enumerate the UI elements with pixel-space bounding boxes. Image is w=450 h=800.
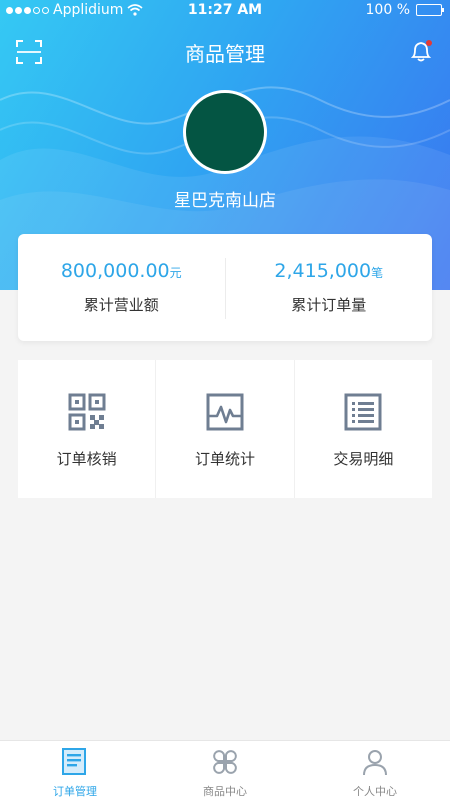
tab-bar: 订单管理 商品中心 个人中心 xyxy=(0,740,450,800)
order-verify-button[interactable]: 订单核销 xyxy=(18,360,156,498)
action-label: 交易明细 xyxy=(333,450,394,468)
stat-label: 累计营业额 xyxy=(83,296,159,314)
action-label: 订单统计 xyxy=(194,450,255,468)
store-name: 星巴克南山店 xyxy=(174,191,276,211)
clover-icon xyxy=(213,750,237,774)
page-title: 商品管理 xyxy=(185,42,265,66)
person-icon xyxy=(363,750,387,776)
notification-dot xyxy=(426,40,432,46)
tab-label: 商品中心 xyxy=(203,785,247,798)
stat-orders: 2,415,000笔 累计订单量 xyxy=(226,234,433,341)
list-icon xyxy=(344,393,382,431)
stat-value: 2,415,000 xyxy=(274,260,372,282)
store-avatar[interactable] xyxy=(183,90,267,174)
action-grid: 订单核销 订单统计 交易明细 xyxy=(18,360,432,498)
stat-unit: 元 xyxy=(169,266,182,280)
stat-label: 累计订单量 xyxy=(291,296,367,314)
bell-icon[interactable] xyxy=(408,38,434,64)
nav-bar: 商品管理 xyxy=(0,30,450,72)
stat-revenue: 800,000.00元 累计营业额 xyxy=(18,234,225,341)
tab-label: 个人中心 xyxy=(353,785,397,798)
battery-percent: 100 % xyxy=(365,2,410,18)
status-bar: Applidium 11:27 AM 100 % xyxy=(0,0,450,22)
stats-card: 800,000.00元 累计营业额 2,415,000笔 累计订单量 xyxy=(18,234,432,341)
qr-code-icon xyxy=(68,393,106,431)
chart-icon xyxy=(206,393,244,431)
tab-personal-center[interactable]: 个人中心 xyxy=(300,741,450,800)
transaction-detail-button[interactable]: 交易明细 xyxy=(294,360,432,498)
order-icon xyxy=(62,748,86,775)
tab-order-management[interactable]: 订单管理 xyxy=(0,741,150,800)
stat-unit: 笔 xyxy=(371,266,384,280)
battery-icon xyxy=(416,4,444,16)
tab-label: 订单管理 xyxy=(53,785,97,798)
tab-product-center[interactable]: 商品中心 xyxy=(150,741,300,800)
action-label: 订单核销 xyxy=(56,450,117,468)
order-stats-button[interactable]: 订单统计 xyxy=(156,360,294,498)
stat-value: 800,000.00 xyxy=(60,260,170,282)
